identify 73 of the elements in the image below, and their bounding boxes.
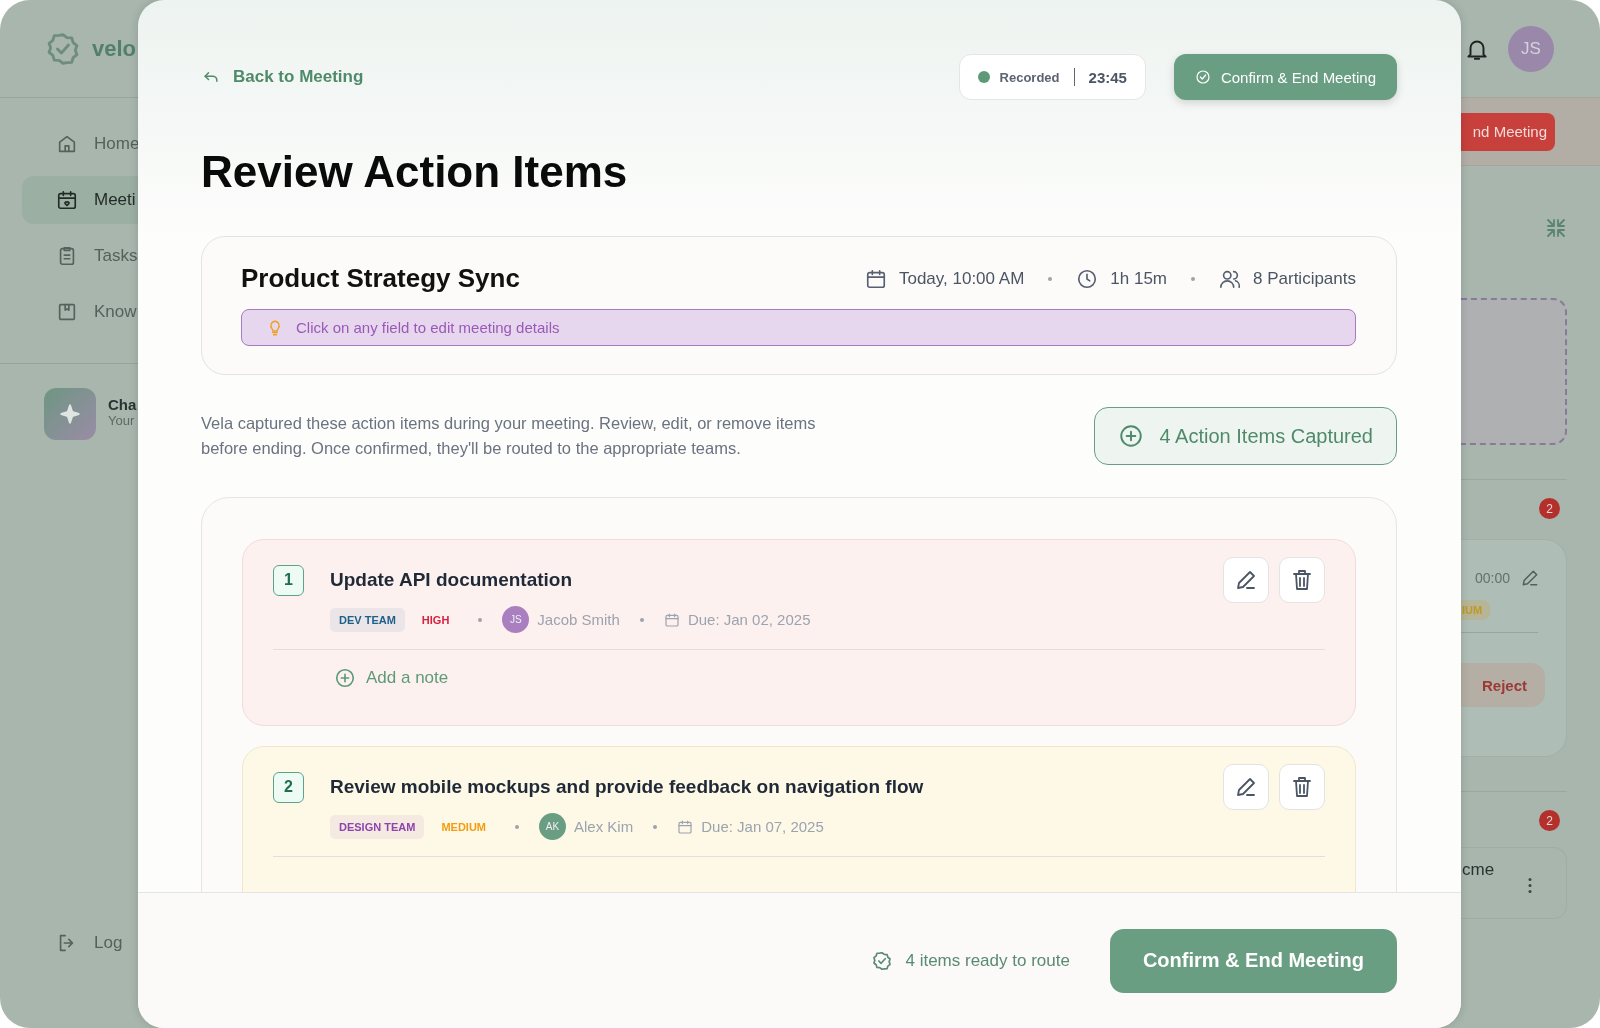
trash-icon	[1290, 775, 1314, 799]
sparkle-icon[interactable]	[44, 388, 96, 440]
separator-dot	[478, 617, 483, 622]
ready-status: 4 items ready to route	[905, 950, 1070, 971]
chat-subtitle: Your	[108, 413, 136, 428]
meeting-date[interactable]: Today, 10:00 AM	[898, 268, 1025, 289]
edit-button[interactable]	[1223, 557, 1269, 603]
delete-button[interactable]	[1279, 764, 1325, 810]
count-badge: 2	[1539, 810, 1560, 831]
nav-item[interactable]: Home	[22, 120, 138, 168]
check-circle-icon	[1194, 69, 1211, 85]
due-date[interactable]: Due: Jan 02, 2025	[687, 611, 811, 628]
delete-button[interactable]	[1279, 557, 1325, 603]
home-icon	[56, 133, 78, 155]
priority-tag: MEDIUM	[432, 814, 495, 839]
pencil-icon	[1234, 568, 1258, 592]
trash-icon	[1290, 568, 1314, 592]
bookmark-icon	[56, 301, 78, 323]
team-tag: DESIGN TEAM	[330, 814, 425, 839]
assignee-avatar: AK	[539, 813, 566, 840]
calendar-icon	[663, 611, 680, 628]
separator-dot	[653, 824, 658, 829]
calendar-icon	[677, 818, 694, 835]
priority-tag: HIGH	[412, 607, 459, 632]
assignee-name[interactable]: Jacob Smith	[537, 611, 620, 628]
meeting-name[interactable]: Product Strategy Sync	[241, 263, 520, 294]
calendar-icon	[864, 267, 887, 290]
badge-check-icon	[871, 949, 894, 972]
time-label: 00:00	[1475, 570, 1511, 586]
plus-circle-icon	[1117, 423, 1144, 449]
confirm-end-button[interactable]: Confirm & End Meeting	[1173, 54, 1397, 100]
nav-item[interactable]: Meeti	[22, 176, 138, 224]
card-title: cme	[1462, 860, 1495, 880]
kebab-menu-icon[interactable]	[1528, 878, 1533, 893]
logout-link[interactable]: Log	[0, 932, 138, 954]
recording-label: Recorded	[999, 69, 1060, 85]
due-date[interactable]: Due: Jan 07, 2025	[701, 818, 824, 835]
page-title: Review Action Items	[201, 146, 629, 198]
separator-dot	[639, 617, 644, 622]
confirm-end-button[interactable]: Confirm & End Meeting	[1109, 928, 1397, 993]
collapse-icon	[1544, 216, 1568, 240]
recording-time: 23:45	[1088, 68, 1127, 86]
separator-dot	[515, 824, 519, 829]
clock-icon	[1076, 267, 1099, 290]
edit-button[interactable]	[1223, 764, 1269, 810]
hint-text: Click on any field to edit meeting details	[296, 319, 560, 336]
brand-name: velo	[92, 35, 137, 62]
priority-tag: IUM	[1461, 600, 1491, 620]
assignee-avatar: JS	[502, 606, 530, 633]
pencil-icon	[1234, 775, 1258, 799]
team-tag: DEV TEAM	[330, 607, 405, 632]
add-note-link[interactable]: Add a note	[273, 667, 1325, 689]
item-title[interactable]: Review mobile mockups and provide feedback on navigation flow	[330, 776, 924, 798]
separator-dot	[1048, 276, 1053, 281]
back-link[interactable]: Back to Meeting	[201, 67, 364, 87]
reject-button[interactable]: Reject	[1461, 663, 1545, 707]
user-avatar[interactable]: JS	[1508, 25, 1554, 72]
item-number: 1	[273, 564, 304, 596]
assignee-name[interactable]: Alex Kim	[574, 818, 634, 835]
chat-title: Cha	[108, 396, 137, 413]
description-text: Vela captured these action items during your meeting. Review, edit, or remove items before ending. Once confirmed, they'll be routed to the appropriate teams.	[201, 413, 817, 459]
nav-item[interactable]: Tasks	[22, 232, 138, 280]
nav-item[interactable]: Know	[22, 288, 138, 336]
count-badge: 2	[1539, 498, 1560, 519]
plus-badge-icon	[334, 667, 356, 689]
item-number: 2	[273, 771, 304, 803]
item-title[interactable]: Update API documentation	[330, 569, 573, 591]
separator-dot	[1191, 276, 1195, 281]
captured-count: 4 Action Items Captured	[1159, 424, 1373, 448]
calendar-icon	[56, 189, 78, 211]
meeting-duration[interactable]: 1h 15m	[1110, 268, 1167, 289]
end-meeting-button[interactable]: nd Meeting	[1461, 112, 1555, 151]
participant-count[interactable]: 8 Participants	[1253, 268, 1356, 289]
